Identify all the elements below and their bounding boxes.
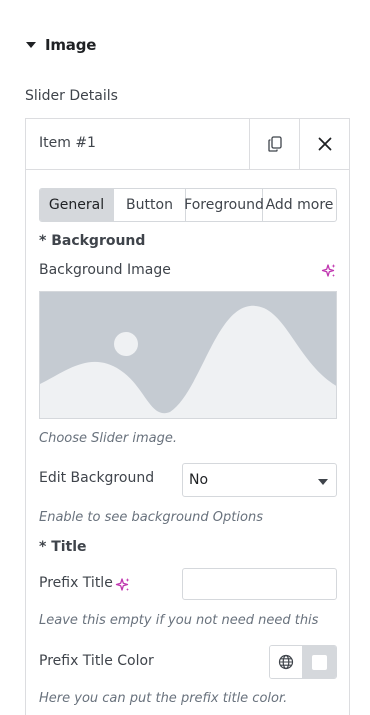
slider-details-label: Slider Details [25, 88, 118, 104]
prefix-title-color-label: Prefix Title Color [39, 653, 154, 669]
prefix-title-color-help: Here you can put the prefix title color. [39, 691, 288, 706]
copy-icon [267, 136, 282, 152]
globe-icon [278, 654, 294, 670]
caret-down-icon [26, 42, 36, 48]
background-heading: * Background [39, 233, 146, 249]
widget-controls-panel: Image Slider Details Item #1 General But… [0, 0, 370, 715]
remove-item-button[interactable] [299, 119, 349, 169]
section-title: Image [45, 36, 97, 54]
sparkle-ai-icon[interactable] [115, 577, 131, 593]
repeater-item: Item #1 General Button Foreground Add mo… [25, 118, 350, 715]
prefix-title-color-control [269, 645, 337, 679]
prefix-title-input[interactable] [182, 568, 337, 600]
background-image-picker[interactable] [39, 291, 337, 419]
close-icon [318, 137, 331, 151]
tab-button[interactable]: Button [114, 189, 186, 221]
global-colors-button[interactable] [270, 646, 304, 678]
tab-foreground[interactable]: Foreground [184, 189, 264, 221]
tab-add-more[interactable]: Add more [263, 189, 336, 221]
repeater-item-title: Item #1 [39, 135, 96, 151]
tab-general[interactable]: General [40, 189, 114, 221]
prefix-title-help: Leave this empty if you not need need th… [39, 613, 319, 628]
image-placeholder-icon [40, 292, 336, 418]
repeater-item-header[interactable]: Item #1 [26, 119, 349, 170]
section-toggle-image[interactable]: Image [26, 34, 96, 56]
edit-background-select[interactable]: No [182, 463, 337, 497]
edit-background-help: Enable to see background Options [39, 510, 263, 525]
edit-background-value: No [189, 472, 209, 488]
edit-background-label: Edit Background [39, 470, 155, 486]
chevron-down-icon [318, 479, 328, 485]
title-heading: * Title [39, 539, 87, 555]
background-image-help: Choose Slider image. [39, 431, 177, 446]
color-swatch [312, 654, 327, 670]
color-picker-button[interactable] [303, 646, 336, 678]
tabs: General Button Foreground Add more [39, 188, 337, 222]
sparkle-ai-icon[interactable] [321, 263, 337, 279]
duplicate-button[interactable] [249, 119, 299, 169]
background-image-label: Background Image [39, 262, 171, 278]
prefix-title-label: Prefix Title [39, 575, 113, 591]
